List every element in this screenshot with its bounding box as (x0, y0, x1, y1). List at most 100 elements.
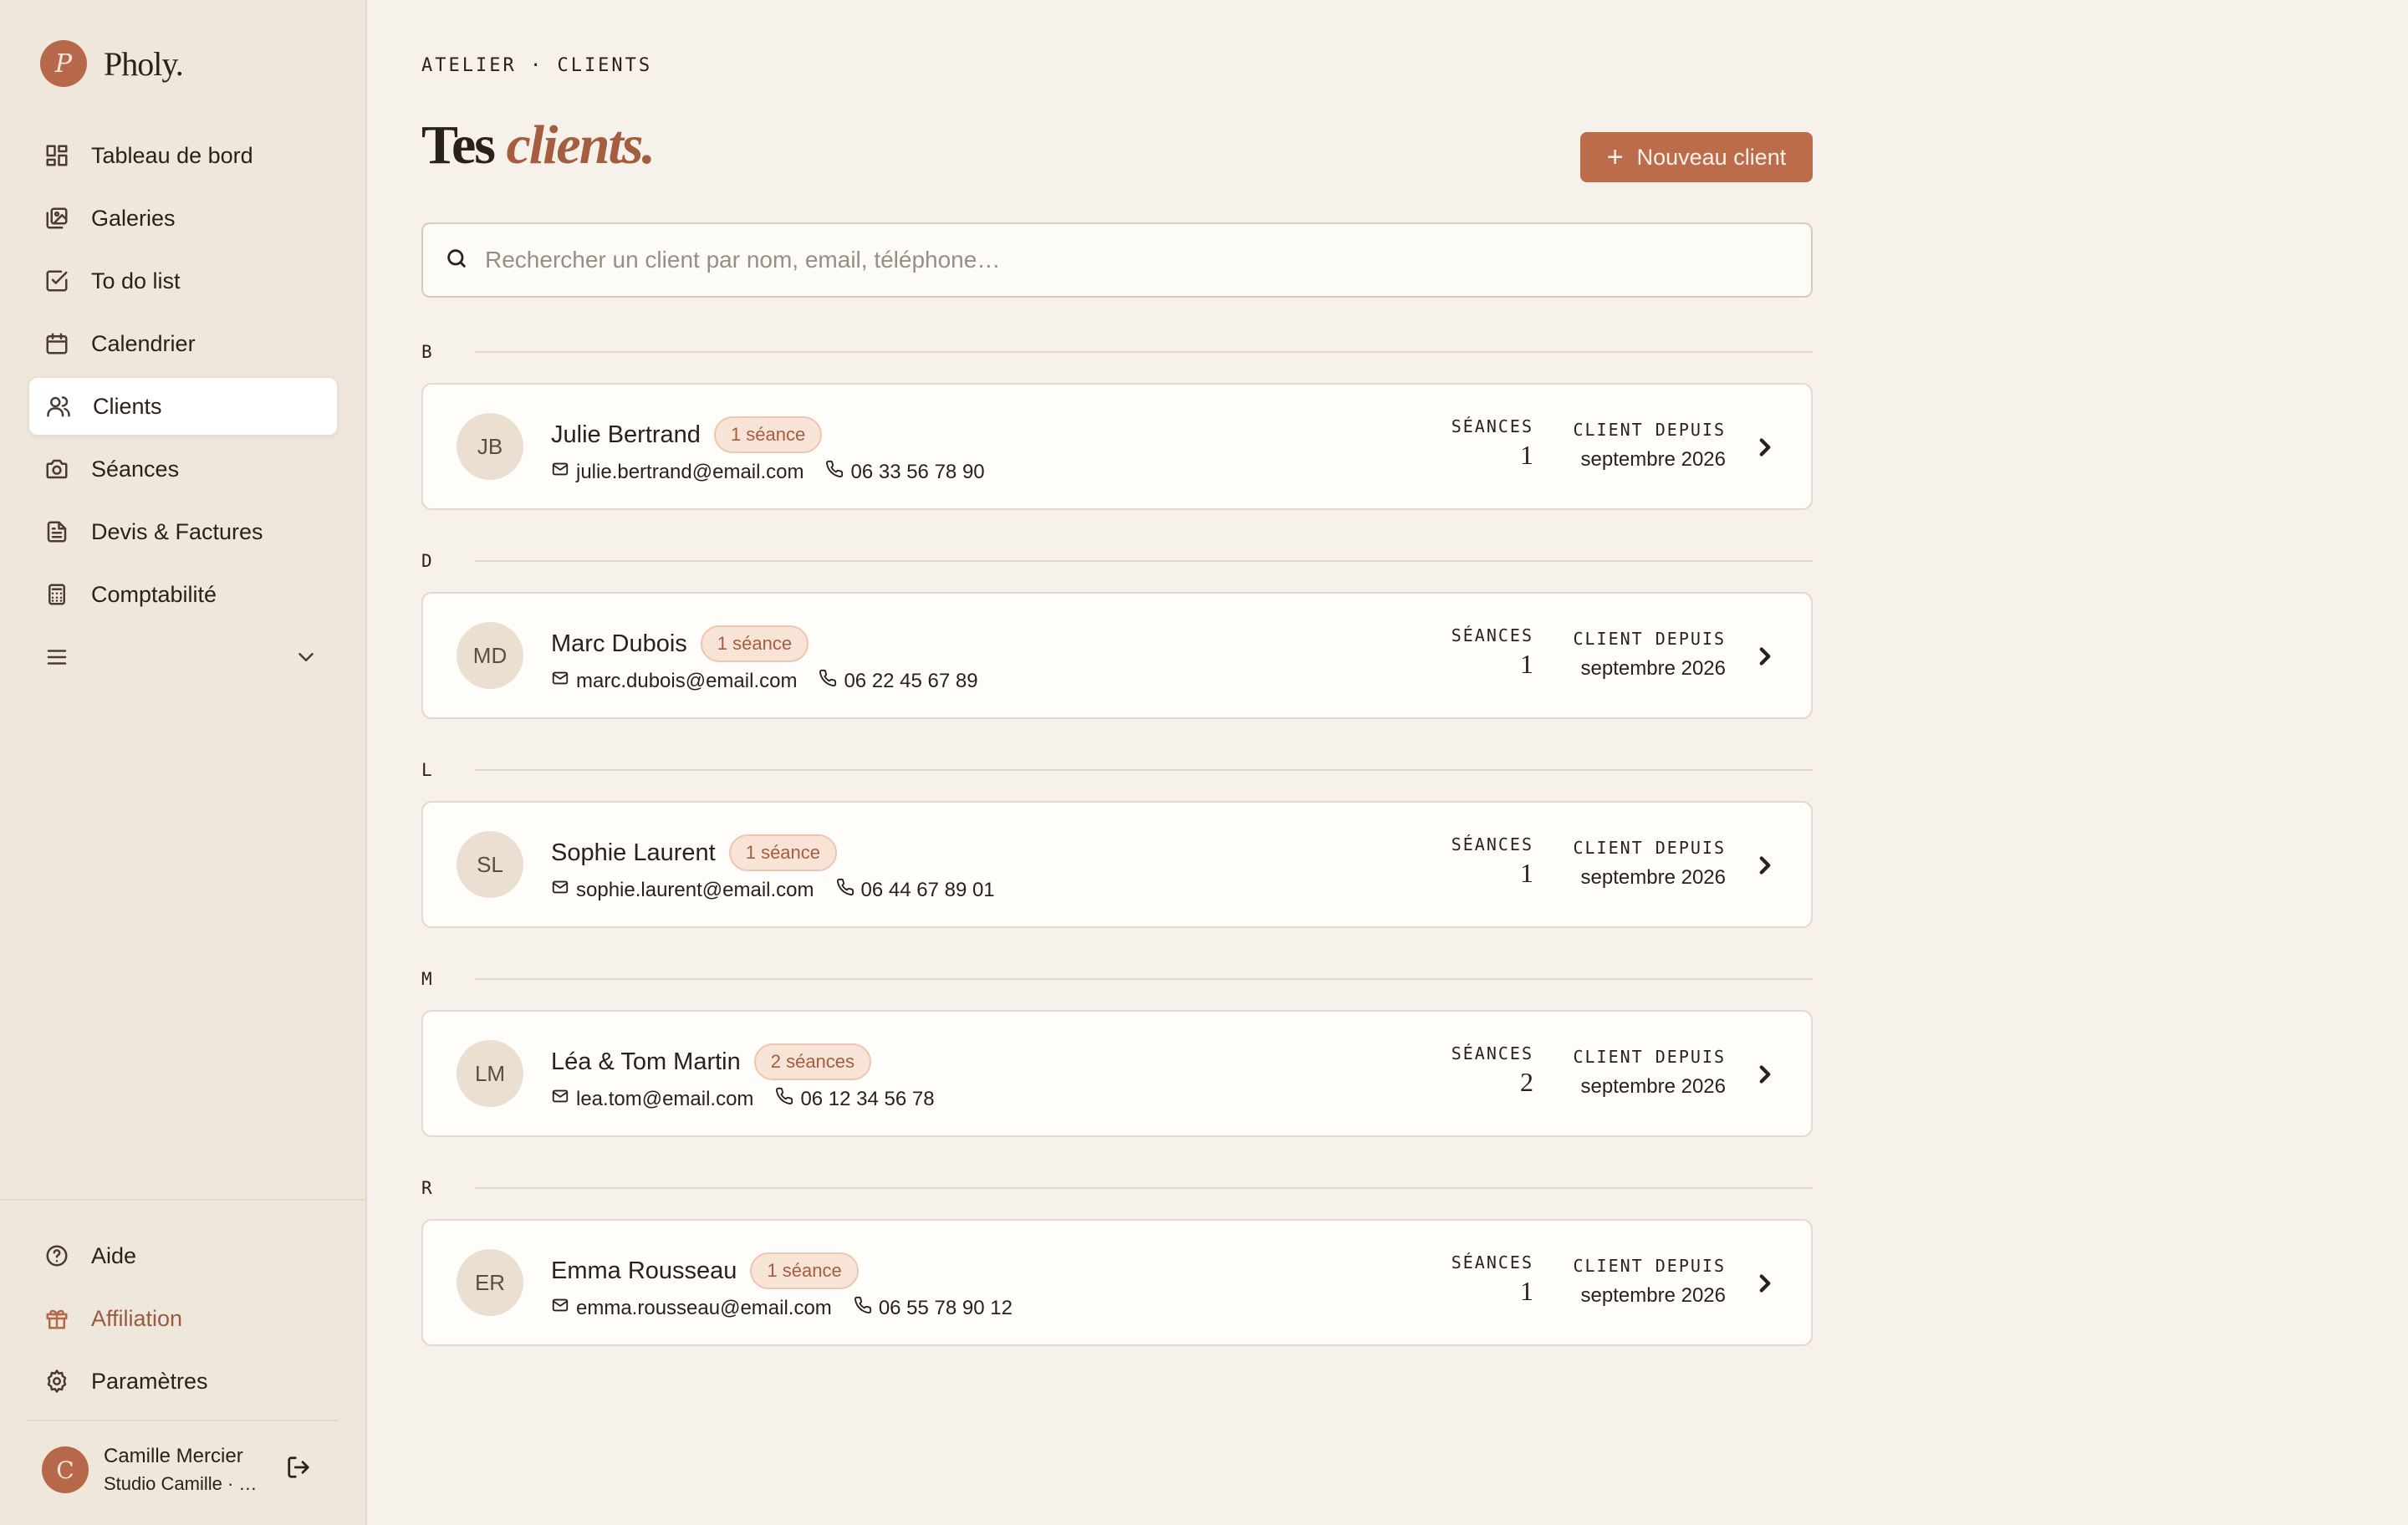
client-email: lea.tom@email.com (576, 1087, 754, 1110)
group-letter: R (421, 1178, 432, 1198)
client-group: M LM Léa & Tom Martin 2 séances lea.tom@… (421, 967, 1813, 1137)
breadcrumb: ATELIER · CLIENTS (421, 55, 653, 76)
sidebar-item-dashboard[interactable]: Tableau de bord (28, 125, 339, 186)
client-phone: 06 12 34 56 78 (800, 1087, 935, 1110)
client-name-row: Sophie Laurent 1 séance (551, 834, 838, 871)
brand-name: Pholy. (104, 44, 184, 83)
group-header: L (421, 757, 1813, 783)
client-name: Léa & Tom Martin (551, 1048, 741, 1075)
gallery-icon (43, 204, 71, 232)
phone-icon (836, 878, 861, 902)
seances-count: 1 (1520, 1276, 1533, 1306)
client-group: L SL Sophie Laurent 1 séance sophie.laur… (421, 757, 1813, 928)
chevron-right-icon[interactable] (1751, 851, 1779, 880)
client-email: sophie.laurent@email.com (576, 878, 814, 901)
client-contact: emma.rousseau@email.com 06 55 78 90 12 (551, 1296, 1013, 1320)
search-icon (445, 247, 468, 274)
avatar: SL (457, 831, 523, 898)
sidebar-item-label: Paramètres (91, 1368, 208, 1394)
sidebar-item-label: Calendrier (91, 330, 196, 356)
sidebar-item-label: Comptabilité (91, 581, 217, 607)
brand[interactable]: P Pholy. (40, 40, 184, 87)
client-card[interactable]: MD Marc Dubois 1 séance marc.dubois@emai… (421, 592, 1813, 719)
client-since-stat: CLIENT DEPUIS septembre 2026 (1573, 838, 1726, 890)
client-name: Emma Rousseau (551, 1257, 737, 1284)
calendar-icon (43, 329, 71, 358)
client-since-stat: CLIENT DEPUIS septembre 2026 (1573, 1256, 1726, 1308)
client-phone: 06 33 56 78 90 (850, 460, 985, 483)
group-letter: D (421, 551, 432, 571)
seances-label: SÉANCES (1451, 1043, 1533, 1063)
client-since-stat: CLIENT DEPUIS septembre 2026 (1573, 629, 1726, 681)
client-card[interactable]: LM Léa & Tom Martin 2 séances lea.tom@em… (421, 1010, 1813, 1137)
group-header: D (421, 548, 1813, 574)
mail-icon (551, 1087, 576, 1111)
seances-stat: SÉANCES 1 (1451, 1252, 1533, 1307)
avatar: ER (457, 1249, 523, 1316)
camera-icon (43, 455, 71, 483)
phone-icon (854, 1296, 879, 1320)
phone-icon (775, 1087, 800, 1111)
client-since-stat: CLIENT DEPUIS septembre 2026 (1573, 420, 1726, 472)
plus-icon: + (1606, 141, 1624, 173)
avatar: C (42, 1446, 89, 1493)
chevron-down-icon (292, 643, 320, 671)
sidebar-item-galleries[interactable]: Galeries (28, 188, 339, 248)
seances-label: SÉANCES (1451, 1252, 1533, 1273)
client-group: D MD Marc Dubois 1 séance marc.dubois@em… (421, 548, 1813, 719)
search-input[interactable] (485, 247, 1739, 273)
client-email: julie.bertrand@email.com (576, 460, 804, 483)
sidebar-item-settings[interactable]: Paramètres (28, 1351, 339, 1411)
mail-icon (551, 460, 576, 484)
mail-icon (551, 878, 576, 902)
divider (475, 351, 1813, 353)
sidebar-item-todo[interactable]: To do list (28, 251, 339, 311)
sidebar-item-affiliation[interactable]: Affiliation (28, 1288, 339, 1349)
sidebar-item-label: Affiliation (91, 1305, 183, 1331)
user-profile[interactable]: C Camille Mercier Studio Camille · … (42, 1445, 271, 1495)
seances-label: SÉANCES (1451, 834, 1533, 854)
sidebar-item-label: To do list (91, 268, 181, 293)
phone-icon (819, 669, 844, 693)
status-badge: 1 séance (728, 834, 838, 871)
main-nav: Tableau de bord Galeries To do list Cale… (28, 125, 339, 690)
search-bar[interactable] (421, 222, 1813, 298)
client-phone: 06 44 67 89 01 (860, 878, 995, 901)
chevron-right-icon[interactable] (1751, 642, 1779, 671)
client-since-value: septembre 2026 (1580, 1075, 1726, 1098)
sidebar-item-help[interactable]: Aide (28, 1226, 339, 1286)
divider (475, 560, 1813, 562)
chevron-right-icon[interactable] (1751, 1060, 1779, 1089)
client-contact: sophie.laurent@email.com 06 44 67 89 01 (551, 878, 995, 902)
sidebar-item-label: Aide (91, 1242, 137, 1268)
new-client-button[interactable]: + Nouveau client (1580, 132, 1813, 182)
client-card[interactable]: SL Sophie Laurent 1 séance sophie.lauren… (421, 801, 1813, 928)
dashboard-icon (43, 141, 71, 170)
seances-label: SÉANCES (1451, 416, 1533, 436)
client-card[interactable]: ER Emma Rousseau 1 séance emma.rousseau@… (421, 1219, 1813, 1346)
seances-stat: SÉANCES 2 (1451, 1043, 1533, 1098)
client-name-row: Julie Bertrand 1 séance (551, 416, 823, 453)
sidebar-item-accounting[interactable]: Comptabilité (28, 564, 339, 625)
sidebar-item-label: Devis & Factures (91, 518, 263, 544)
sidebar-more-menu[interactable] (28, 627, 339, 687)
client-card[interactable]: JB Julie Bertrand 1 séance julie.bertran… (421, 383, 1813, 510)
sidebar-item-calendar[interactable]: Calendrier (28, 314, 339, 374)
client-email: emma.rousseau@email.com (576, 1296, 832, 1319)
sidebar-item-invoices[interactable]: Devis & Factures (28, 502, 339, 562)
client-since-label: CLIENT DEPUIS (1573, 1256, 1726, 1276)
logout-icon[interactable] (286, 1455, 313, 1482)
status-badge: 1 séance (750, 1252, 859, 1289)
client-contact: julie.bertrand@email.com 06 33 56 78 90 (551, 460, 985, 484)
page-title-prefix: Tes (421, 115, 496, 176)
chevron-right-icon[interactable] (1751, 1269, 1779, 1298)
chevron-right-icon[interactable] (1751, 433, 1779, 462)
sidebar-item-seances[interactable]: Séances (28, 439, 339, 499)
sidebar-item-label: Séances (91, 456, 180, 482)
seances-stat: SÉANCES 1 (1451, 625, 1533, 680)
client-since-value: septembre 2026 (1580, 448, 1726, 471)
help-icon (43, 1242, 71, 1270)
client-since-value: septembre 2026 (1580, 657, 1726, 680)
sidebar-item-clients[interactable]: Clients (28, 376, 339, 436)
group-header: B (421, 339, 1813, 365)
